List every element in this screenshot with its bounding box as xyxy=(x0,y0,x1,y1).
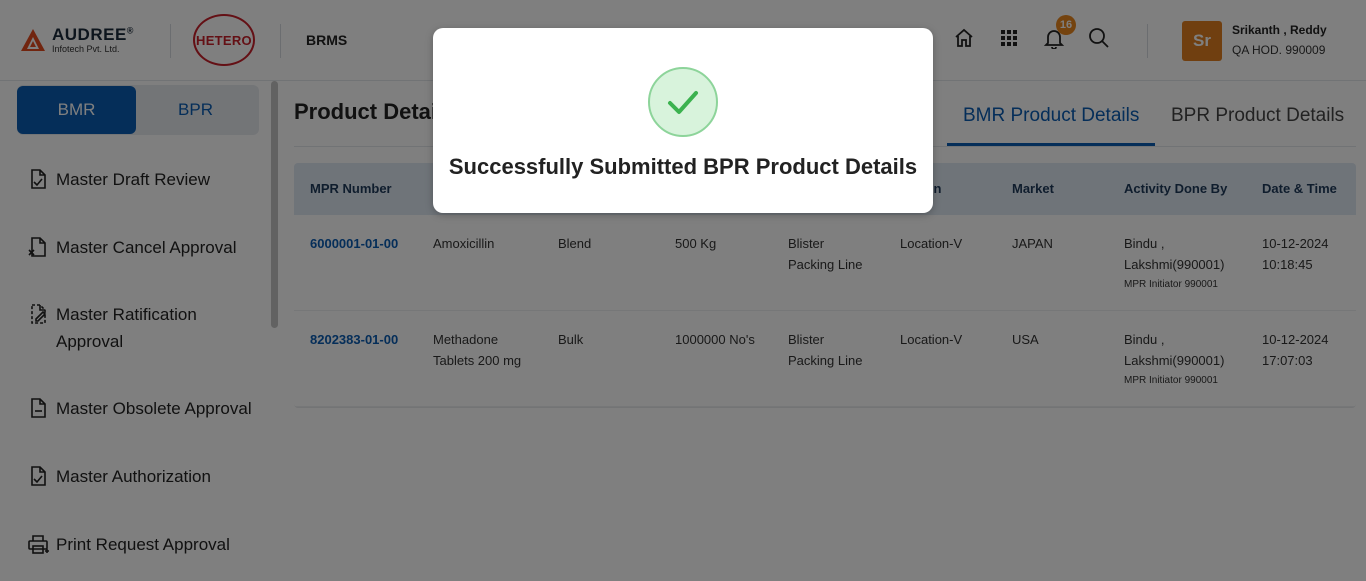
check-circle-icon xyxy=(648,67,718,137)
success-message: Successfully Submitted BPR Product Detai… xyxy=(448,154,918,179)
success-dialog: Successfully Submitted BPR Product Detai… xyxy=(433,28,933,213)
